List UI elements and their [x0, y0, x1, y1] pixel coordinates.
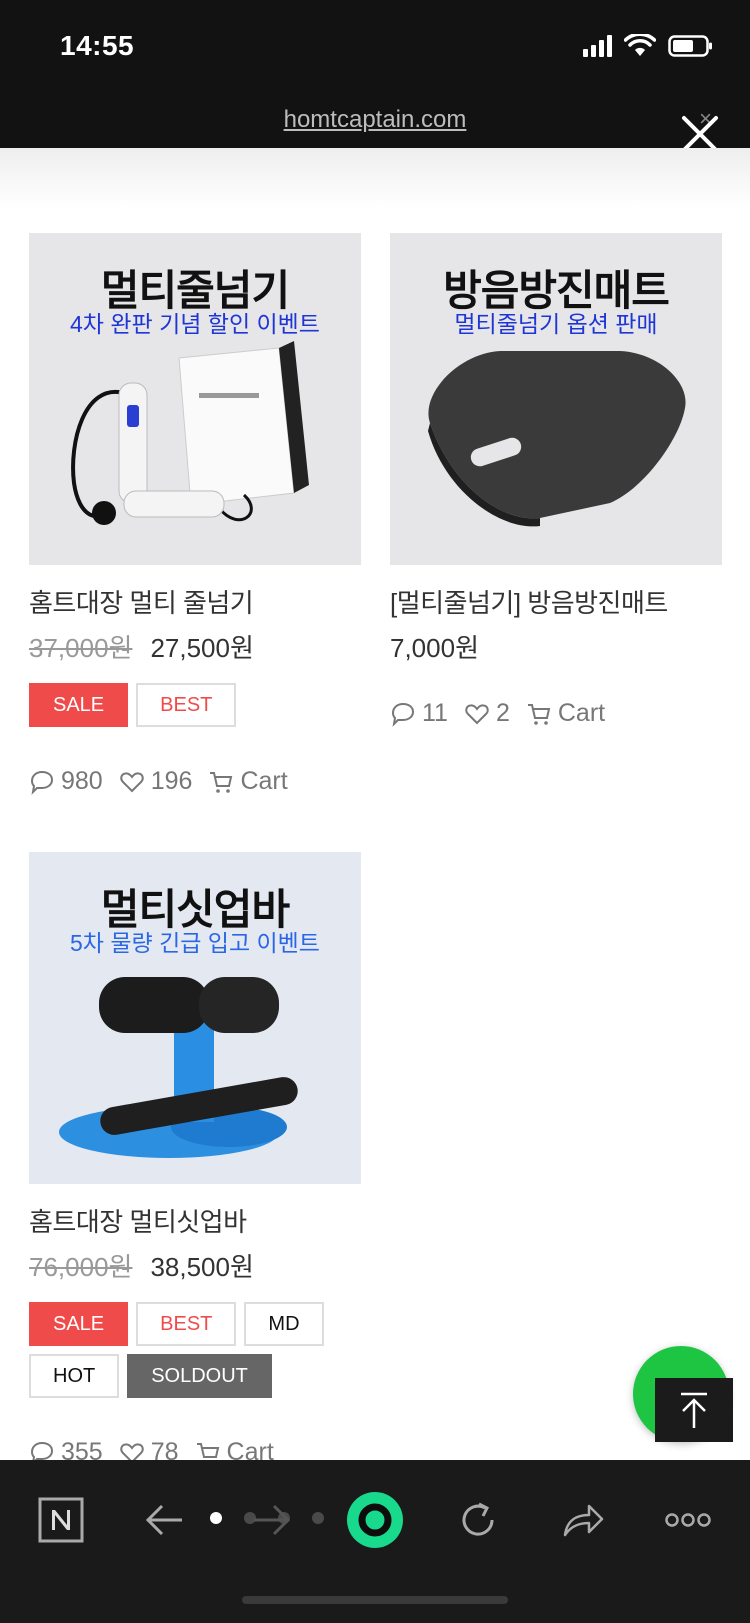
comment-count-value: 11: [422, 699, 448, 727]
jump-rope-illustration: [71, 341, 309, 525]
refresh-button[interactable]: [456, 1490, 500, 1550]
url-text[interactable]: homtcaptain.com: [0, 106, 750, 134]
cart-label: Cart: [240, 767, 288, 795]
badge-list: SALE BEST MD HOT SOLDOUT: [29, 1302, 361, 1398]
back-button[interactable]: [142, 1490, 186, 1550]
forward-icon: [254, 1504, 291, 1536]
like-count-value: 2: [495, 699, 510, 727]
like-count[interactable]: 2: [464, 699, 510, 728]
comment-count[interactable]: 355: [29, 1438, 103, 1460]
sale-price: 38,500원: [150, 1252, 254, 1282]
signal-icon: [583, 35, 612, 57]
cart-label: Cart: [226, 1438, 274, 1460]
product-name[interactable]: [멀티줄넘기] 방음방진매트: [390, 583, 722, 620]
share-icon: [563, 1504, 604, 1537]
comment-count[interactable]: 980: [29, 767, 103, 796]
mat-illustration: [428, 351, 686, 527]
comment-count-value: 980: [61, 767, 103, 795]
like-count[interactable]: 78: [119, 1438, 179, 1460]
page-dot: [312, 1512, 324, 1524]
arrow-up-icon: [681, 1392, 707, 1428]
badge-soldout: SOLDOUT: [127, 1354, 272, 1398]
product-meta: 355 78 Cart: [29, 1438, 361, 1460]
cart-label: Cart: [557, 699, 606, 727]
forward-button[interactable]: [250, 1490, 294, 1550]
product-name[interactable]: 홈트대장 멀티싯업바: [29, 1202, 361, 1239]
like-count[interactable]: 196: [119, 767, 193, 796]
badge-sale: SALE: [29, 683, 129, 727]
back-icon: [145, 1504, 182, 1536]
heart-icon: [120, 771, 144, 792]
situp-bar-illustration: [59, 977, 298, 1158]
badge-sale: SALE: [29, 1302, 129, 1346]
more-button[interactable]: [664, 1490, 712, 1550]
status-time: 14:55: [60, 30, 135, 61]
home-icon: [347, 1492, 403, 1548]
top-fade: [0, 148, 750, 208]
product-meta: 980 196 Cart: [29, 767, 361, 796]
home-indicator: [242, 1596, 508, 1604]
like-count-value: 196: [150, 767, 193, 795]
cart-icon: [527, 703, 551, 725]
heart-icon: [120, 1442, 144, 1460]
wifi-icon: [624, 34, 656, 56]
badge-hot: HOT: [29, 1354, 120, 1398]
product-image[interactable]: 방음방진매트 멀티줄넘기 옵션 판매: [390, 233, 722, 565]
old-price: 37,000원: [29, 633, 133, 663]
comment-icon: [30, 770, 54, 795]
page-dot: [210, 1512, 222, 1524]
product-image[interactable]: 멀티줄넘기 4차 완판 기념 할인 이벤트: [29, 233, 361, 565]
cart-button[interactable]: Cart: [208, 767, 288, 796]
sale-price: 27,500원: [150, 633, 254, 663]
naver-icon: [38, 1497, 84, 1543]
badge-list: SALE BEST: [29, 683, 361, 727]
product-meta: 11 2 Cart: [390, 699, 722, 728]
sale-price: 7,000원: [390, 633, 479, 663]
more-icon: [665, 1513, 711, 1527]
page-content: 멀티줄넘기 4차 완판 기념 할인 이벤트 홈트대장 멀티 줄넘기 37,000…: [0, 148, 750, 1460]
share-button[interactable]: [560, 1490, 606, 1550]
old-price: 76,000원: [29, 1252, 133, 1282]
naver-button[interactable]: [38, 1490, 84, 1550]
badge-best: BEST: [136, 1302, 237, 1346]
refresh-icon: [462, 1502, 494, 1536]
heart-icon: [465, 703, 489, 724]
product-card-jump-rope[interactable]: 멀티줄넘기 4차 완판 기념 할인 이벤트 홈트대장 멀티 줄넘기 37,000…: [29, 233, 361, 796]
product-image[interactable]: 멀티싯업바 5차 물량 긴급 입고 이벤트: [29, 852, 361, 1184]
comment-icon: [30, 1441, 54, 1460]
battery-icon: [668, 35, 712, 57]
cart-button[interactable]: Cart: [526, 699, 605, 728]
product-card-mat[interactable]: 방음방진매트 멀티줄넘기 옵션 판매 [멀티줄넘기] 방음방진매트 7,000원…: [390, 233, 722, 728]
badge-best: BEST: [136, 683, 237, 727]
browser-toolbar: [0, 1460, 750, 1623]
comment-icon: [391, 702, 415, 727]
cart-icon: [210, 771, 233, 793]
product-card-situp-bar[interactable]: 멀티싯업바 5차 물량 긴급 입고 이벤트 홈트대장 멀티싯업바 76,000원…: [29, 852, 361, 1460]
system-icons: [583, 34, 714, 58]
product-name[interactable]: 홈트대장 멀티 줄넘기: [29, 583, 361, 620]
comment-count[interactable]: 11: [390, 699, 448, 728]
like-count-value: 78: [150, 1438, 179, 1460]
product-price: 37,000원 27,500원: [29, 628, 361, 665]
home-button[interactable]: [345, 1487, 405, 1553]
product-price: 7,000원: [390, 628, 722, 665]
cart-icon: [196, 1442, 219, 1460]
status-bar: 14:55: [0, 0, 750, 92]
cart-button[interactable]: Cart: [195, 1438, 274, 1460]
badge-md: MD: [244, 1302, 324, 1346]
scroll-top-button[interactable]: [655, 1378, 733, 1442]
product-price: 76,000원 38,500원: [29, 1247, 361, 1284]
comment-count-value: 355: [61, 1438, 103, 1460]
url-bar: homtcaptain.com ×: [0, 92, 750, 152]
